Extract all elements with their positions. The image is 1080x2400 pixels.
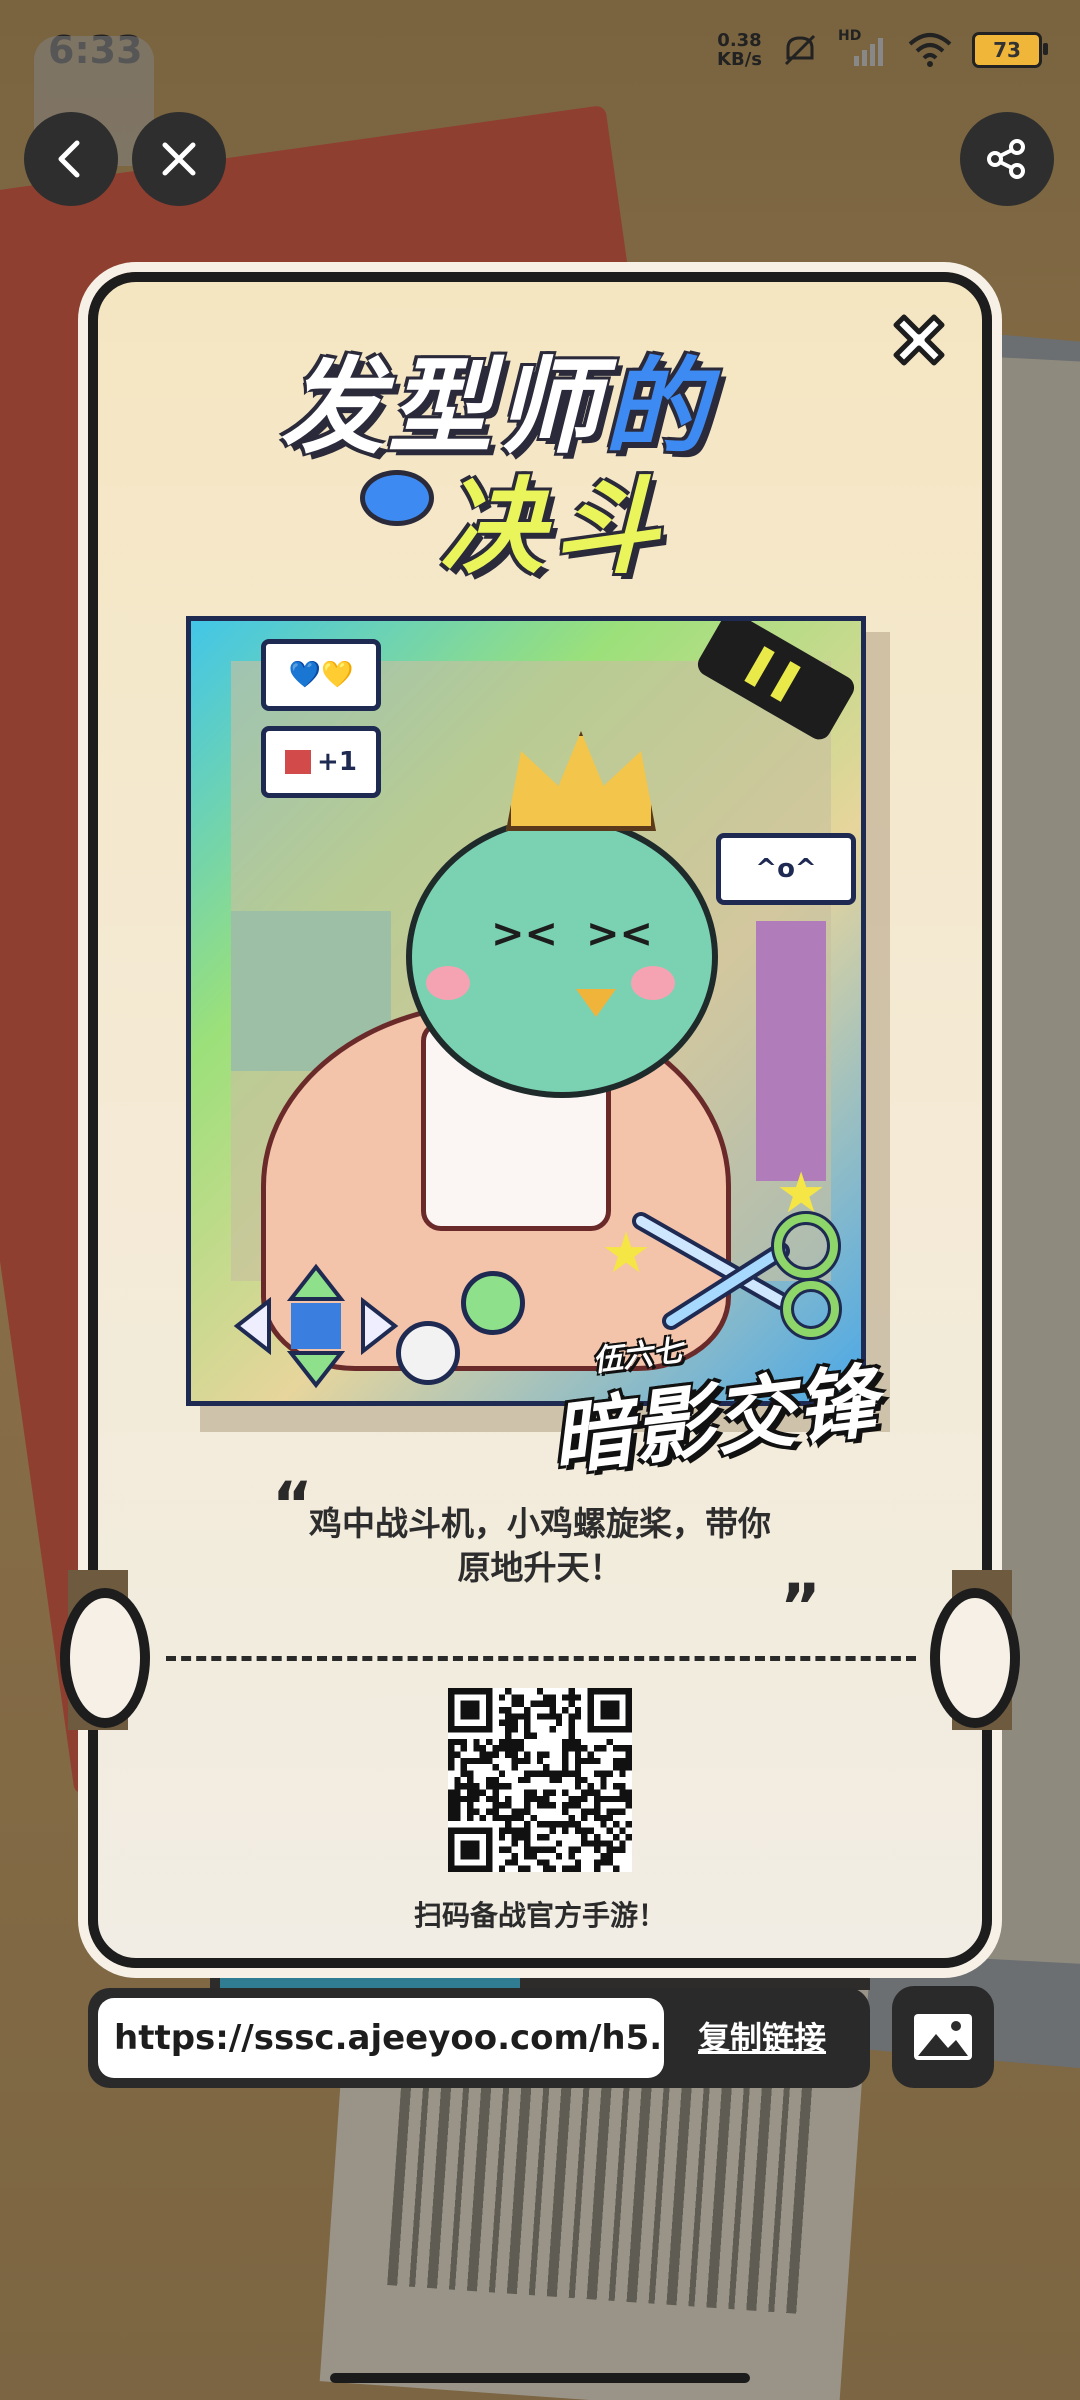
share-link-field[interactable]: https://sssc.ajeeyoo.com/h5...	[98, 1998, 664, 2078]
cell-signal-icon: HD	[838, 28, 888, 70]
close-card-button[interactable]	[886, 307, 952, 373]
face-bubble: ^o^	[716, 833, 856, 905]
ticket-notch-left	[60, 1588, 150, 1728]
copy-link-button[interactable]: 复制链接	[698, 1988, 826, 2088]
mute-icon	[784, 34, 816, 66]
ticket-notch-right	[930, 1588, 1020, 1728]
save-image-button[interactable]	[892, 1986, 994, 2088]
dpad-icon	[231, 1261, 401, 1391]
close-page-button[interactable]	[132, 112, 226, 206]
battery-icon: 73	[972, 32, 1048, 68]
status-bar: 6:33 0.38 KB/s HD 73	[0, 0, 1080, 100]
game-button-white	[396, 1321, 460, 1385]
game-title-logo: 发型师的 决斗	[280, 346, 713, 588]
image-icon	[914, 2014, 972, 2060]
share-icon	[987, 139, 1025, 179]
qr-code	[448, 1688, 632, 1872]
quote-close-mark: ”	[780, 1570, 821, 1643]
like-bubble: +1	[261, 726, 381, 798]
character-artwork: >< >< 💙💛 +1 ^o^ ★ ★	[186, 616, 866, 1406]
heart-bubble: 💙💛	[261, 639, 381, 711]
share-button[interactable]	[960, 112, 1054, 206]
chicken-head	[406, 816, 718, 1098]
wifi-icon	[908, 33, 952, 67]
quote-text: 鸡中战斗机，小鸡螺旋桨，带你原地升天！	[309, 1504, 771, 1587]
close-icon	[162, 142, 196, 176]
pixel-close-icon	[893, 314, 945, 366]
game-button-green	[461, 1271, 525, 1335]
home-indicator[interactable]	[330, 2373, 750, 2383]
qr-caption: 扫码备战官方手游！	[413, 1899, 666, 1932]
chevron-left-icon	[58, 140, 80, 178]
back-button[interactable]	[24, 112, 118, 206]
net-speed: 0.38 KB/s	[717, 30, 762, 70]
share-link-bar: https://sssc.ajeeyoo.com/h5... 复制链接	[88, 1988, 870, 2088]
ticket-divider	[166, 1656, 916, 1661]
coin-icon	[360, 470, 434, 526]
